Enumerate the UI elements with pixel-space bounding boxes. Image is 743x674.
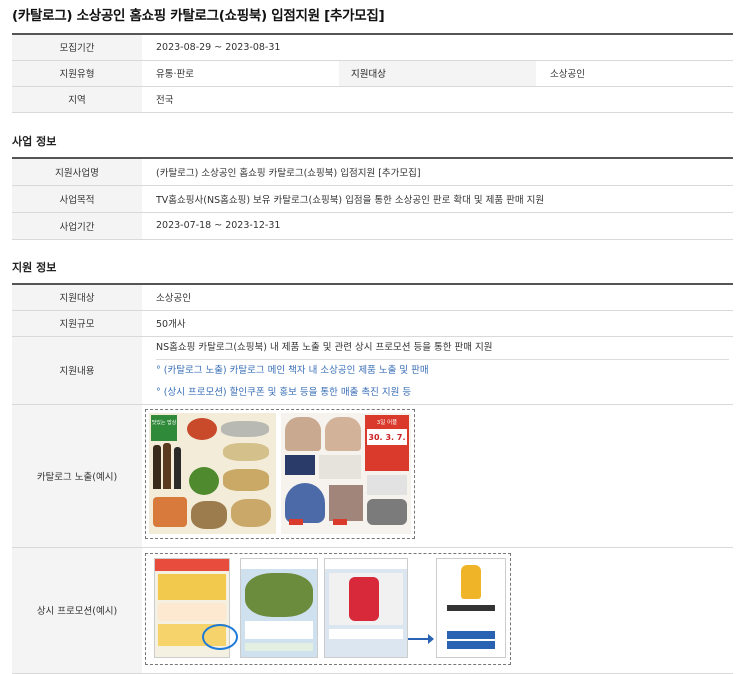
period-value: 2023-08-29 ~ 2023-08-31 [142,33,733,61]
catalog-number-2: 3. [385,432,395,442]
catalog-badge: 맛있는 밥상 [151,415,177,441]
promo-screen-3 [324,557,408,658]
catalog-page-left: 맛있는 밥상 [149,413,276,534]
type-label: 지원유형 [12,59,142,87]
business-info-heading: 사업 정보 [12,135,57,148]
business-info-table: 지원사업명 (카탈로그) 소상공인 홈쇼핑 카탈로그(쇼핑북) 입점지원 [추가… [12,157,733,240]
promo-screen-4 [436,557,506,658]
biz-purpose-label: 사업목적 [12,184,142,213]
promo-highlight-circle [202,623,238,650]
support-info-heading: 지원 정보 [12,261,57,274]
catalog-example-label: 카탈로그 노출(예시) [12,403,142,548]
sup-target-label: 지원대상 [12,283,142,311]
sup-target-value: 소상공인 [142,283,733,311]
period-label: 모집기간 [12,33,142,61]
catalog-example-image: 맛있는 밥상 3일 어플 30. 3. 7. [145,409,415,539]
sup-content-bullet-promo: ° (상시 프로모션) 할인쿠폰 및 홍보 등을 통한 매출 촉진 지원 등 [156,386,412,398]
catalog-promo-tag: 3일 어플 [376,420,398,426]
sup-scale-label: 지원규모 [12,309,142,337]
biz-name-label: 지원사업명 [12,157,142,186]
catalog-number-3: 7. [396,432,406,442]
biz-purpose-value: TV홈쇼핑사(NS홈쇼핑) 보유 카탈로그(쇼핑북) 입점을 통한 소상공인 판… [142,184,733,213]
region-label: 지역 [12,85,142,113]
summary-table: 모집기간 2023-08-29 ~ 2023-08-31 지원유형 유통·판로 … [12,33,733,113]
page-title: (카탈로그) 소상공인 홈쇼핑 카탈로그(쇼핑북) 입점지원 [추가모집] [12,8,385,24]
promo-example-label: 상시 프로모션(예시) [12,546,142,674]
biz-name-value: (카탈로그) 소상공인 홈쇼핑 카탈로그(쇼핑북) 입점지원 [추가모집] [142,157,733,186]
catalog-number-1: 30. [368,432,383,442]
promo-example-image [145,552,511,665]
type-value: 유통·판로 [142,59,339,87]
sup-content-label: 지원내용 [12,335,142,405]
target-label: 지원대상 [339,59,536,87]
promo-screen-2 [240,557,318,658]
catalog-promo-box: 3일 어플 30. 3. 7. [365,415,409,471]
biz-period-label: 사업기간 [12,211,142,240]
sup-content-bullet-catalog: ° (카탈로그 노출) 카탈로그 메인 책자 내 소상공인 제품 노출 및 판매 [156,364,429,376]
sup-scale-value: 50개사 [142,309,733,337]
target-value: 소상공인 [536,59,733,87]
biz-period-value: 2023-07-18 ~ 2023-12-31 [142,211,733,240]
support-info-table: 지원대상 소상공인 지원규모 50개사 지원내용 NS홈쇼핑 카탈로그(쇼핑북)… [12,283,733,674]
sup-content-main: NS홈쇼핑 카탈로그(쇼핑북) 내 제품 노출 및 관련 상시 프로모션 등을 … [156,337,729,360]
catalog-page-right: 3일 어플 30. 3. 7. [281,413,411,534]
region-value: 전국 [142,85,733,113]
